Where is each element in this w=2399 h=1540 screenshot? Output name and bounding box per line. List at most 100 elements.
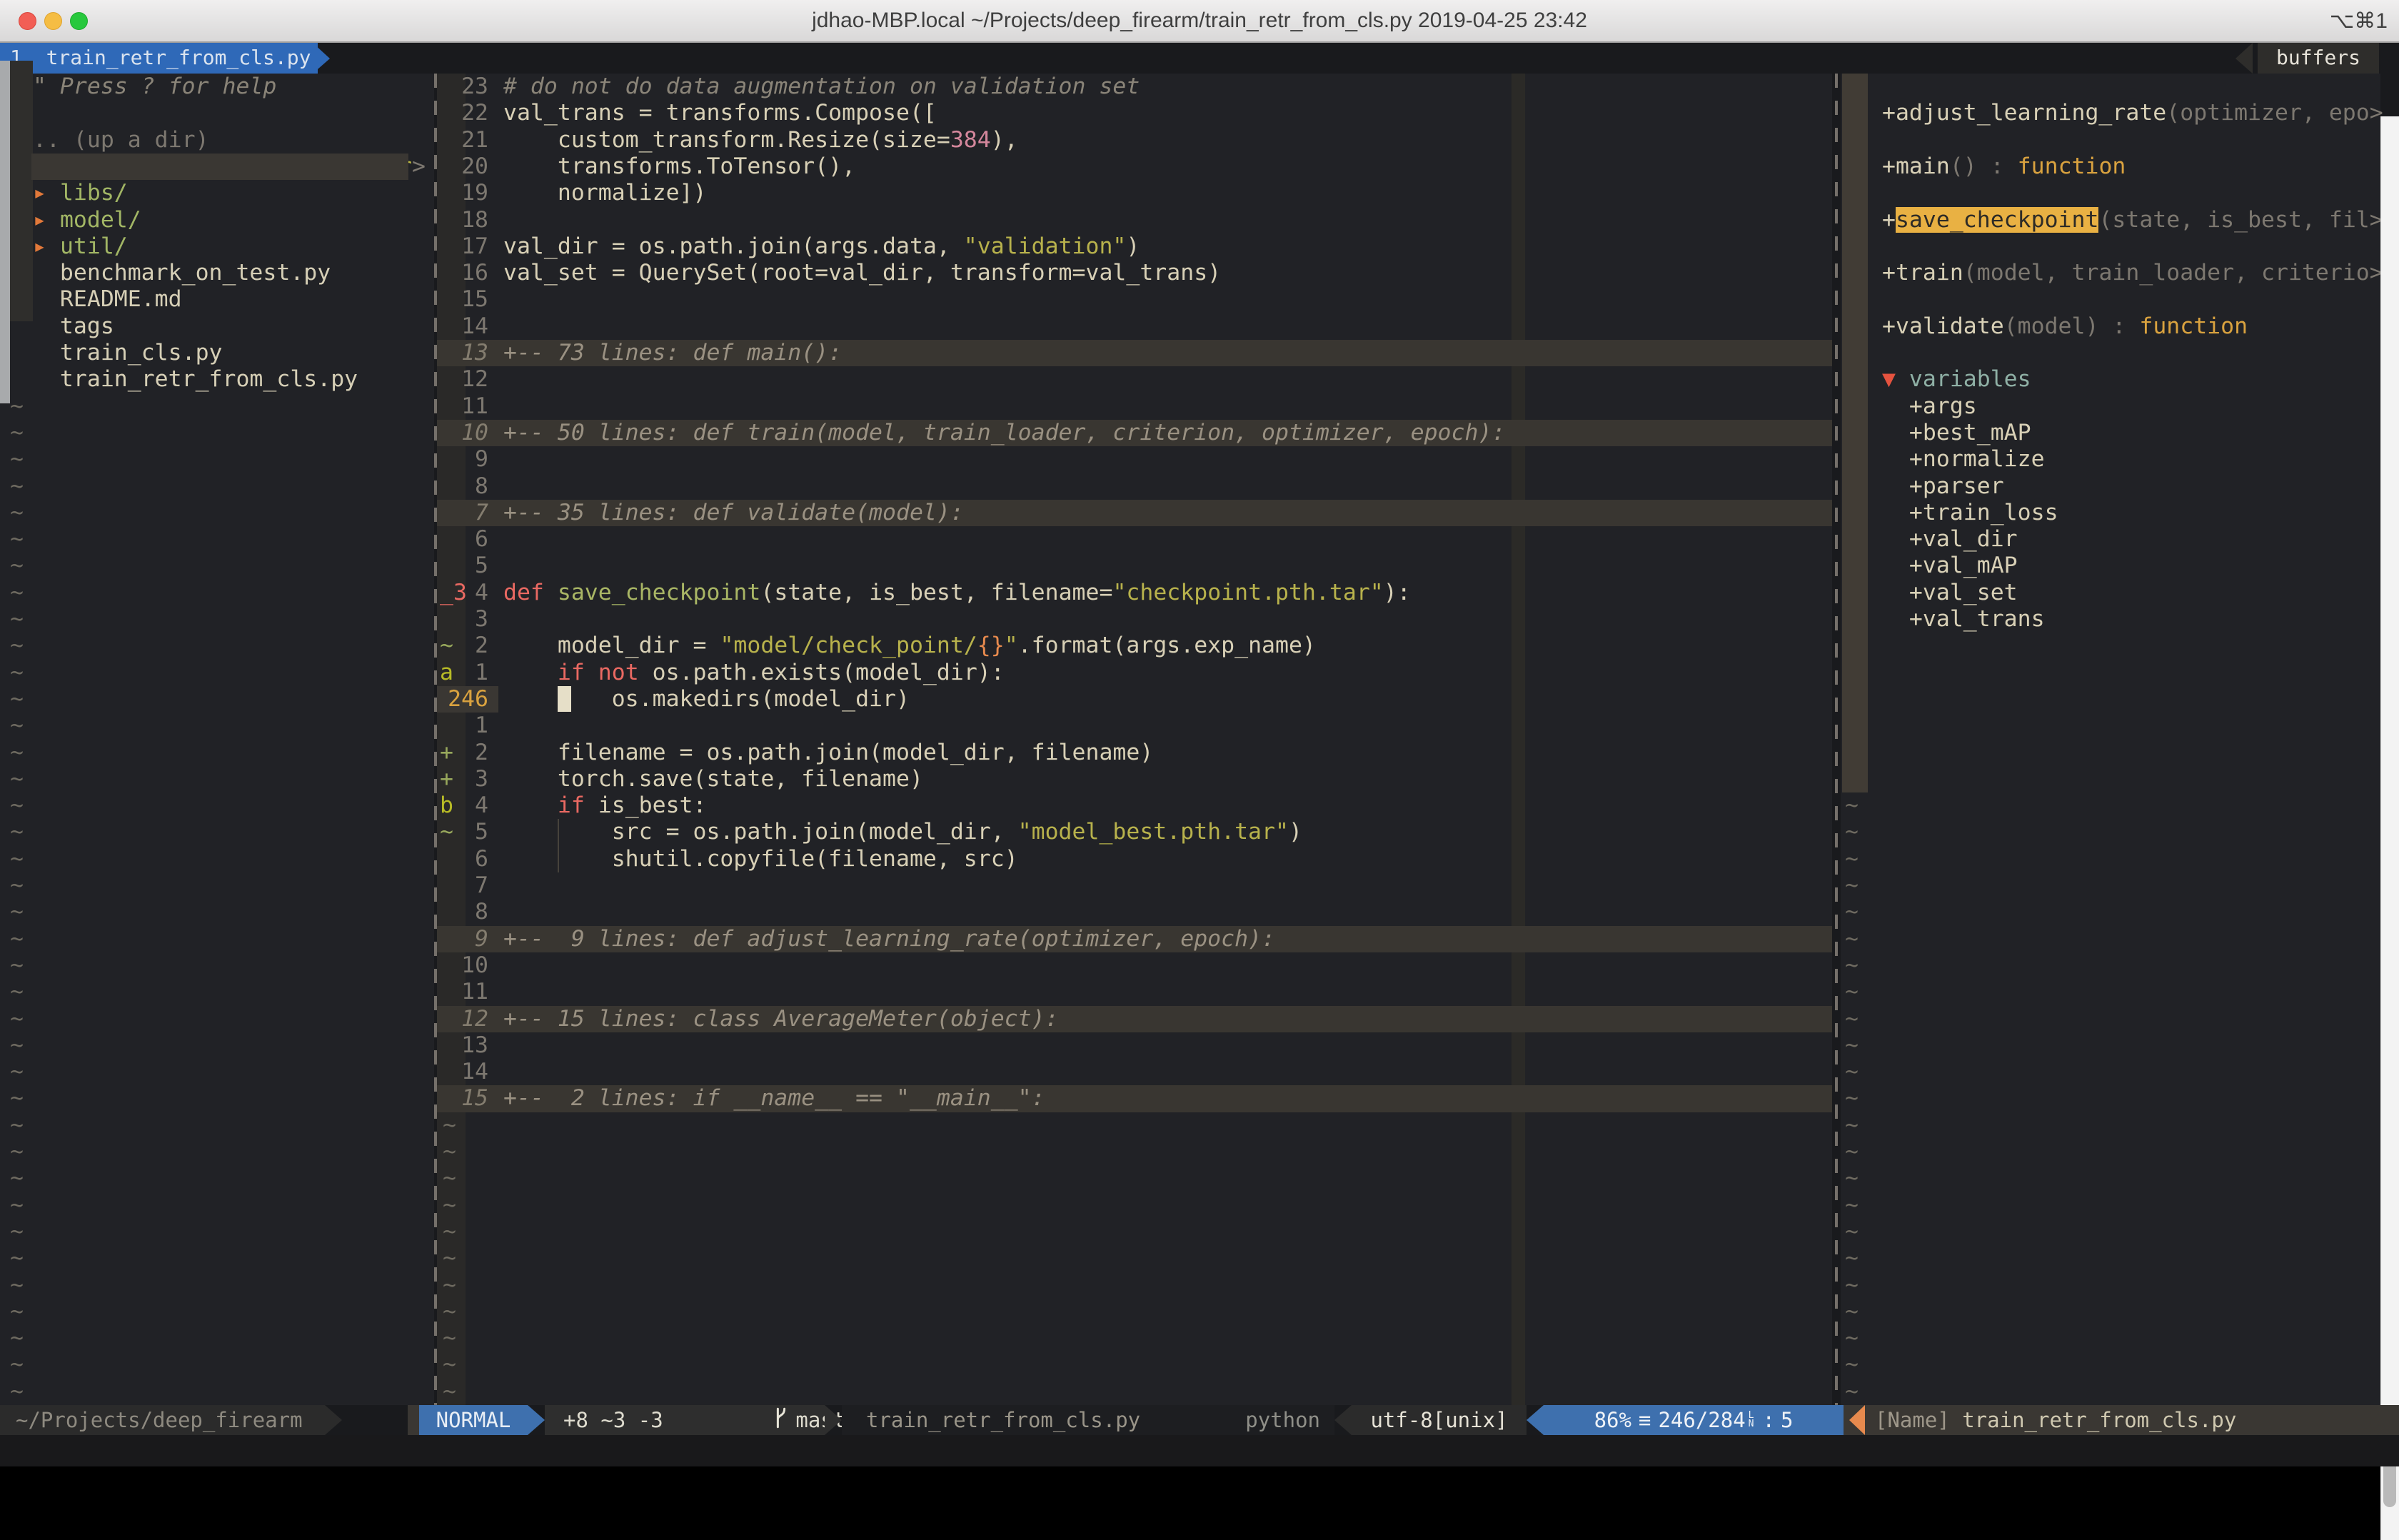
nerdtree-item[interactable]: " Press ? for help: [0, 74, 434, 100]
tab-active[interactable]: 1. train_retr_from_cls.py: [0, 43, 318, 74]
line-number: 18: [437, 207, 488, 233]
code-segment: (): [1950, 154, 1977, 179]
code-line[interactable]: 1: [437, 713, 1832, 739]
code-line[interactable]: 9: [437, 446, 1832, 473]
code-line[interactable]: 10: [437, 952, 1832, 979]
tagbar-item[interactable]: ▼ variables: [1869, 366, 2380, 393]
code-line[interactable]: 20 transforms.ToTensor(),: [437, 154, 1832, 180]
tilde-line: ~: [437, 1299, 1832, 1325]
tagbar-item[interactable]: +val_dir: [1869, 526, 2380, 553]
code-segment: model/: [60, 207, 141, 233]
code-line[interactable]: 11: [437, 979, 1832, 1005]
code-line[interactable]: b 4 if is_best:: [437, 792, 1832, 819]
code-segment: ~: [10, 1219, 24, 1244]
fold-line[interactable]: 7+-- 35 lines: def validate(model):: [437, 500, 1832, 526]
tagbar-item[interactable]: +adjust_learning_rate(optimizer, epo>: [1869, 100, 2380, 126]
tilde-line: ~: [437, 1325, 1832, 1352]
nerdtree-item[interactable]: ▸ libs/: [0, 180, 434, 206]
code-line[interactable]: 23# do not do data augmentation on valid…: [437, 74, 1832, 100]
window-separator[interactable]: [1835, 74, 1838, 1405]
code-line[interactable]: 6: [437, 526, 1832, 553]
code-line[interactable]: 15: [437, 286, 1832, 313]
tilde-line: ~: [1841, 1272, 1869, 1299]
cursor-block[interactable]: [558, 686, 571, 712]
code-segment: ~: [1845, 846, 1859, 872]
fold-line[interactable]: 13+-- 73 lines: def main():: [437, 340, 1832, 366]
code-segment: ~: [1845, 1219, 1859, 1244]
code-segment: ~: [10, 846, 24, 872]
tagbar-item[interactable]: +val_trans: [1869, 606, 2380, 633]
tagbar-item[interactable]: +main() : function: [1869, 154, 2380, 180]
tagbar-item[interactable]: +best_mAP: [1869, 420, 2380, 446]
code-segment: [503, 686, 558, 712]
code-segment: ~: [10, 740, 24, 765]
code-line[interactable]: 17val_dir = os.path.join(args.data, "val…: [437, 233, 1832, 260]
code-line[interactable]: 21 custom_transform.Resize(size=384),: [437, 127, 1832, 154]
tagbar-item[interactable]: +train_loss: [1869, 500, 2380, 526]
line-of-total: 246/284: [1658, 1408, 1745, 1432]
nerdtree-item[interactable]: benchmark_on_test.py: [0, 260, 434, 286]
tagbar-item[interactable]: +args: [1869, 393, 2380, 420]
code-line[interactable]: 11: [437, 393, 1832, 420]
tilde-line: ~: [437, 1272, 1832, 1299]
tagbar-item[interactable]: +normalize: [1869, 446, 2380, 473]
code-line[interactable]: 8: [437, 473, 1832, 500]
tilde-line: ~: [1841, 792, 1869, 819]
code-line[interactable]: 8: [437, 899, 1832, 925]
code-line[interactable]: 3: [437, 606, 1832, 633]
fold-line[interactable]: 9+-- 9 lines: def adjust_learning_rate(o…: [437, 926, 1832, 952]
code-segment: ~: [1845, 952, 1859, 978]
code-line[interactable]: + 2 filename = os.path.join(model_dir, f…: [437, 740, 1832, 766]
code-line[interactable]: 16val_set = QuerySet(root=val_dir, trans…: [437, 260, 1832, 286]
nerdtree-item[interactable]: </jdhao/Projects/deep_firear>: [0, 154, 434, 180]
nerdtree-item[interactable]: .. (up a dir): [0, 127, 434, 154]
code-line[interactable]: 14: [437, 1059, 1832, 1085]
code-line[interactable]: 5: [437, 553, 1832, 579]
nerdtree-item[interactable]: train_cls.py: [0, 340, 434, 366]
nerdtree-item[interactable]: README.md: [0, 286, 434, 313]
code-line[interactable]: 246 os.makedirs(model_dir): [437, 686, 1832, 713]
code-segment: ~: [1845, 819, 1859, 845]
code-line[interactable]: 6 shutil.copyfile(filename, src): [437, 846, 1832, 872]
tagbar-item[interactable]: +validate(model) : function: [1869, 313, 2380, 340]
tilde-line: ~: [1841, 1379, 1869, 1405]
code-line[interactable]: 18: [437, 207, 1832, 233]
tagbar-item[interactable]: +val_mAP: [1869, 553, 2380, 579]
code-line[interactable]: + 3 torch.save(state, filename): [437, 766, 1832, 792]
code-line[interactable]: 7: [437, 872, 1832, 899]
code-segment: +adjust_learning_rate: [1882, 100, 2166, 126]
code-segment: ~: [1845, 1352, 1859, 1377]
code-line[interactable]: ~ 2 model_dir = "model/check_point/{}".f…: [437, 633, 1832, 659]
code-line[interactable]: 22val_trans = transforms.Compose([: [437, 100, 1832, 126]
code-line[interactable]: ~ 5 src = os.path.join(model_dir, "model…: [437, 819, 1832, 845]
line-number: 21: [437, 127, 488, 154]
line-number: 11: [437, 979, 488, 1005]
tilde-line: ~: [0, 1006, 434, 1032]
tagbar-item[interactable]: +train(model, train_loader, criterio>: [1869, 260, 2380, 286]
fold-line[interactable]: 10+-- 50 lines: def train(model, train_l…: [437, 420, 1832, 446]
nerdtree-item[interactable]: ▸ util/: [0, 233, 434, 260]
code-line[interactable]: 13: [437, 1032, 1832, 1059]
nerdtree-item[interactable]: train_retr_from_cls.py: [0, 366, 434, 393]
code-text: val_trans = transforms.Compose([: [503, 100, 937, 126]
nerdtree-item[interactable]: tags: [0, 313, 434, 340]
tilde-line: ~: [0, 1299, 434, 1325]
right-scrollbar[interactable]: [2380, 116, 2399, 1540]
nerdtree-item[interactable]: ▸ model/: [0, 207, 434, 233]
tagbar-item[interactable]: +parser: [1869, 473, 2380, 500]
code-segment: ~: [10, 713, 24, 738]
tagbar-item[interactable]: +save_checkpoint(state, is_best, fil>: [1869, 207, 2380, 233]
code-line[interactable]: 12: [437, 366, 1832, 393]
fold-line[interactable]: 15 +-- 2 lines: if __name__ == "__main__"…: [437, 1085, 1832, 1112]
code-segment: ~: [10, 1299, 24, 1324]
tagbar-item[interactable]: +val_set: [1869, 580, 2380, 606]
code-line[interactable]: _3 4def save_checkpoint(state, is_best, …: [437, 580, 1832, 606]
code-line[interactable]: 19 normalize]): [437, 180, 1832, 206]
code-line[interactable]: 14: [437, 313, 1832, 340]
fold-line[interactable]: 12+-- 15 lines: class AverageMeter(objec…: [437, 1006, 1832, 1032]
code-line[interactable]: a 1 if not os.path.exists(model_dir):: [437, 660, 1832, 686]
tilde-line: ~: [0, 393, 434, 420]
code-segment: +-- 2 lines: if __name__ == "__main__":: [503, 1085, 1045, 1111]
line-number: 15: [437, 1085, 488, 1112]
tilde-line: ~: [0, 1165, 434, 1192]
